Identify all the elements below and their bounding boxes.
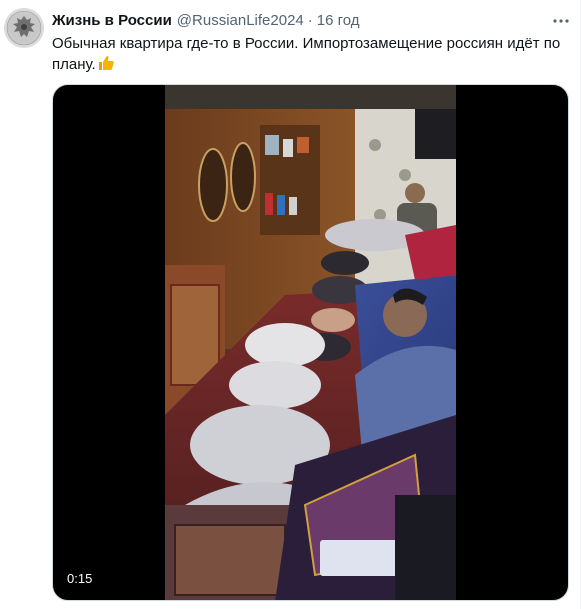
author-name[interactable]: Жизнь в России	[52, 12, 172, 29]
tweet-text: Обычная квартира где-то в России. Импорт…	[52, 33, 570, 78]
tweet-body: Обычная квартира где-то в России. Импорт…	[52, 35, 561, 73]
separator-dot: ·	[307, 11, 313, 29]
thumbs-up-icon	[97, 54, 115, 78]
eagle-emblem-icon	[4, 8, 44, 48]
more-horizontal-icon	[553, 19, 569, 23]
tweet-time[interactable]: 16 год	[317, 12, 360, 29]
video-duration: 0:15	[61, 569, 99, 588]
video-player[interactable]: 0:15	[52, 84, 569, 601]
video-still-image	[165, 85, 456, 600]
author-handle[interactable]: @RussianLife2024	[177, 12, 304, 29]
tweet-header: Жизнь в России @RussianLife2024 · 16 год	[52, 9, 570, 31]
avatar[interactable]	[4, 8, 44, 48]
more-options-button[interactable]	[550, 10, 572, 32]
video-frame	[165, 85, 456, 600]
tweet-card[interactable]: Жизнь в России @RussianLife2024 · 16 год…	[0, 0, 581, 609]
